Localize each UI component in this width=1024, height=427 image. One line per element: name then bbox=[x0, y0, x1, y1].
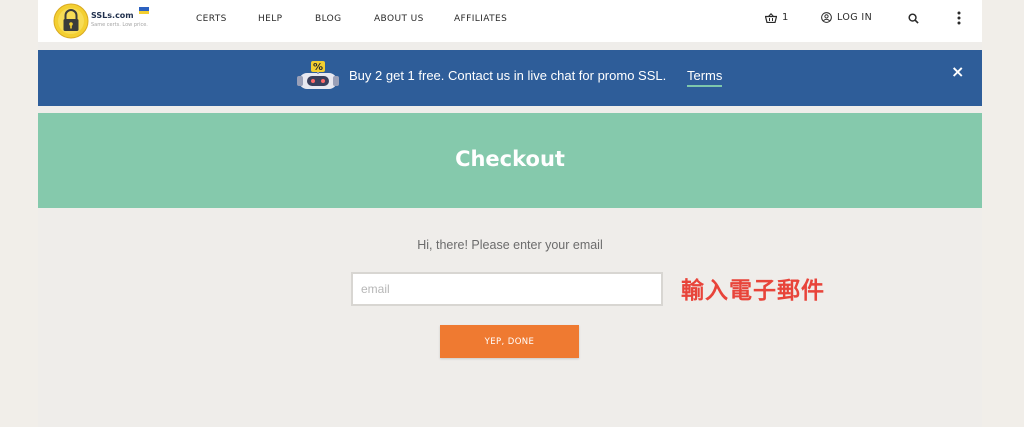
login-label: LOG IN bbox=[837, 12, 873, 23]
nav-blog[interactable]: BLOG bbox=[315, 14, 342, 24]
promo-message: Buy 2 get 1 free. Contact us in live cha… bbox=[349, 68, 667, 83]
brand-tagline: Same certs. Low price. bbox=[91, 22, 148, 28]
checkout-banner: Checkout bbox=[38, 113, 982, 208]
email-prompt: Hi, there! Please enter your email bbox=[417, 238, 603, 252]
nav-affiliates[interactable]: AFFILIATES bbox=[454, 14, 507, 24]
promo-bar: % Buy 2 get 1 free. Contact us in live c… bbox=[38, 50, 982, 106]
site-header: SSLs.com Same certs. Low price. CERTS HE… bbox=[38, 0, 982, 42]
promo-terms-link[interactable]: Terms bbox=[687, 68, 723, 87]
cart-button[interactable]: 1 bbox=[765, 12, 788, 23]
robot-badge-label: % bbox=[313, 62, 324, 73]
page-title: Checkout bbox=[455, 147, 565, 171]
brand-name[interactable]: SSLs.com bbox=[91, 11, 134, 20]
page-frame: SSLs.com Same certs. Low price. CERTS HE… bbox=[38, 0, 982, 427]
login-button[interactable]: LOG IN bbox=[821, 12, 872, 23]
lock-logo-icon[interactable] bbox=[53, 3, 89, 39]
annotation-label: 輸入電子郵件 bbox=[681, 278, 825, 304]
search-icon[interactable] bbox=[908, 13, 919, 24]
user-circle-icon bbox=[821, 12, 832, 23]
nav-certs[interactable]: CERTS bbox=[196, 14, 227, 24]
vertical-dots-icon[interactable] bbox=[956, 11, 962, 25]
nav-help[interactable]: HELP bbox=[258, 14, 283, 24]
email-field[interactable] bbox=[351, 272, 663, 306]
close-icon[interactable]: × bbox=[951, 62, 964, 81]
ukraine-flag-icon bbox=[139, 7, 149, 14]
cart-count: 1 bbox=[782, 12, 789, 23]
yep-done-button[interactable]: YEP, DONE bbox=[440, 325, 579, 358]
nav-about-us[interactable]: ABOUT US bbox=[374, 14, 424, 24]
basket-icon bbox=[765, 12, 777, 23]
